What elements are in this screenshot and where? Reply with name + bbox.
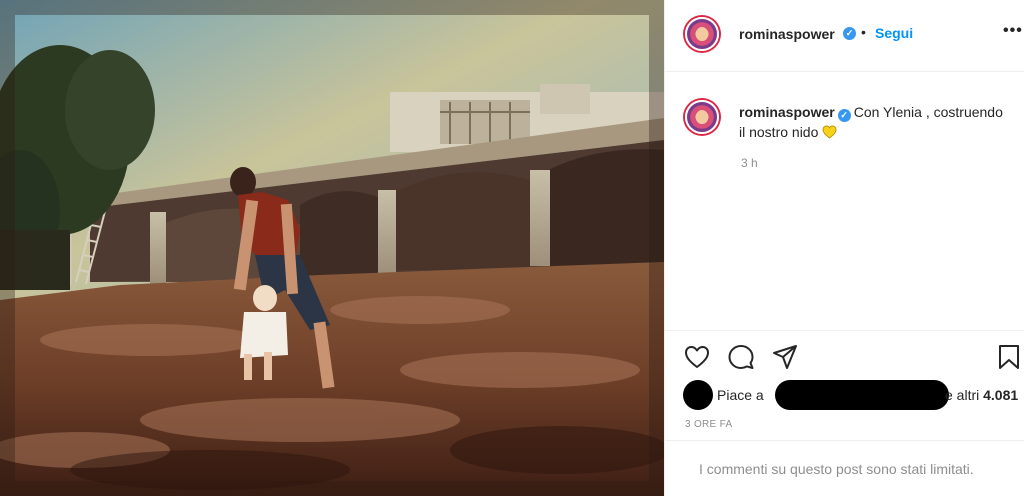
likes-count: 4.081: [983, 387, 1019, 403]
caption-avatar[interactable]: [685, 100, 719, 134]
share-icon[interactable]: [771, 343, 799, 371]
post-actions: Piace a e altri 4.081 3 ORE FA: [665, 330, 1024, 440]
caption-verified-badge-icon: ✓: [837, 109, 851, 122]
post-header: rominaspower ✓ • Segui •••: [665, 0, 1024, 72]
likes-summary: Piace a e altri 4.081: [681, 380, 1021, 410]
verified-badge-icon: ✓: [843, 27, 856, 40]
yellow-heart-icon: [822, 125, 837, 139]
comments-limited-text: I commenti su questo post sono stati lim…: [699, 461, 974, 477]
caption-timestamp: 3 h: [741, 156, 758, 170]
comments-limited-notice: I commenti su questo post sono stati lim…: [665, 440, 1024, 496]
bookmark-icon[interactable]: [995, 343, 1023, 371]
author-avatar[interactable]: [685, 17, 719, 51]
author-username[interactable]: rominaspower: [739, 26, 835, 42]
likes-prefix: Piace a: [717, 387, 764, 403]
post-details-panel: rominaspower ✓ • Segui ••• rominaspower ✓…: [664, 0, 1024, 496]
post-timestamp[interactable]: 3 ORE FA: [685, 419, 732, 430]
likes-others[interactable]: e altri 4.081: [945, 387, 1018, 403]
separator-dot: •: [861, 24, 866, 40]
follow-button[interactable]: Segui: [875, 25, 913, 41]
redacted-username: [775, 380, 949, 410]
comment-icon[interactable]: [727, 343, 755, 371]
liker-avatar[interactable]: [683, 380, 713, 410]
caption-text-block: rominaspower ✓ Con Ylenia , costruendo il …: [739, 102, 1009, 142]
photo-scene: [0, 0, 664, 496]
caption-username[interactable]: rominaspower: [739, 104, 835, 120]
likes-suffix: e altri: [945, 387, 980, 403]
more-options-icon[interactable]: •••: [1003, 22, 1023, 40]
post-photo[interactable]: [0, 0, 664, 496]
heart-icon[interactable]: [683, 343, 711, 371]
